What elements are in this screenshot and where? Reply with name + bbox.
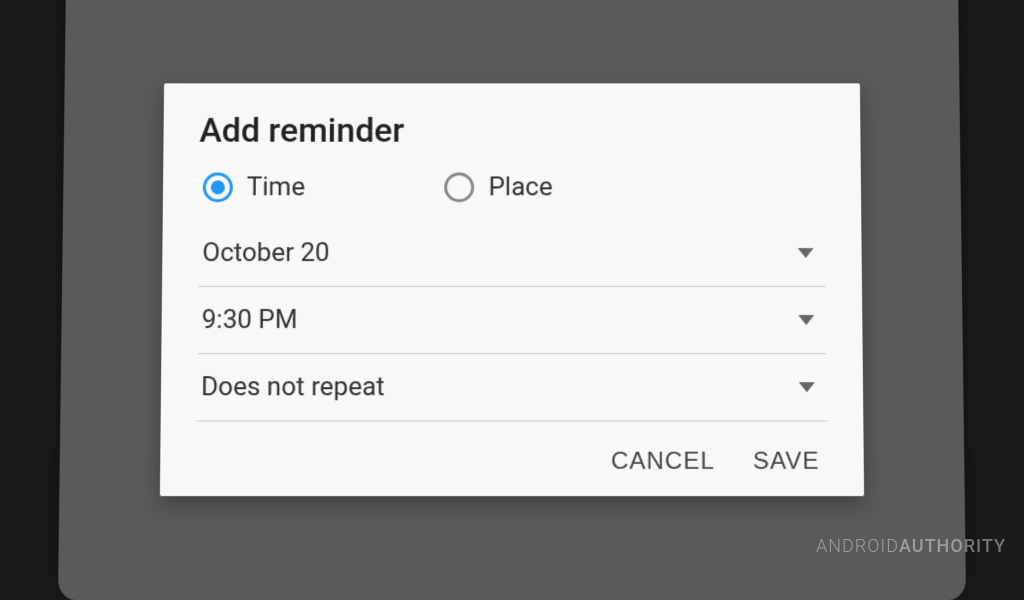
reminder-type-radio-group: Time Place xyxy=(199,171,825,201)
radio-place-option[interactable]: Place xyxy=(445,171,553,201)
chevron-down-icon xyxy=(798,314,814,324)
cancel-button[interactable]: CANCEL xyxy=(611,447,715,475)
phone-frame: Add reminder Time Place October 20 9:30 … xyxy=(58,0,966,600)
radio-place-label: Place xyxy=(488,171,552,201)
radio-dot-icon xyxy=(211,179,225,193)
repeat-value: Does not repeat xyxy=(201,371,385,401)
watermark-brand1: ANDROID xyxy=(816,536,899,557)
radio-selected-icon xyxy=(203,171,233,201)
date-value: October 20 xyxy=(202,237,330,267)
time-value: 9:30 PM xyxy=(202,304,298,334)
save-button[interactable]: SAVE xyxy=(753,447,820,475)
time-dropdown[interactable]: 9:30 PM xyxy=(197,286,826,353)
radio-time-option[interactable]: Time xyxy=(203,171,305,201)
chevron-down-icon xyxy=(799,381,815,391)
dialog-actions: CANCEL SAVE xyxy=(196,447,827,475)
radio-time-label: Time xyxy=(247,171,305,201)
dialog-title: Add reminder xyxy=(199,110,824,150)
watermark-brand2: AUTHORITY xyxy=(899,536,1006,557)
chevron-down-icon xyxy=(798,247,814,257)
date-dropdown[interactable]: October 20 xyxy=(198,219,826,286)
watermark: ANDROIDAUTHORITY xyxy=(816,536,1006,557)
repeat-dropdown[interactable]: Does not repeat xyxy=(197,353,827,420)
add-reminder-dialog: Add reminder Time Place October 20 9:30 … xyxy=(160,82,864,495)
radio-unselected-icon xyxy=(445,171,475,201)
